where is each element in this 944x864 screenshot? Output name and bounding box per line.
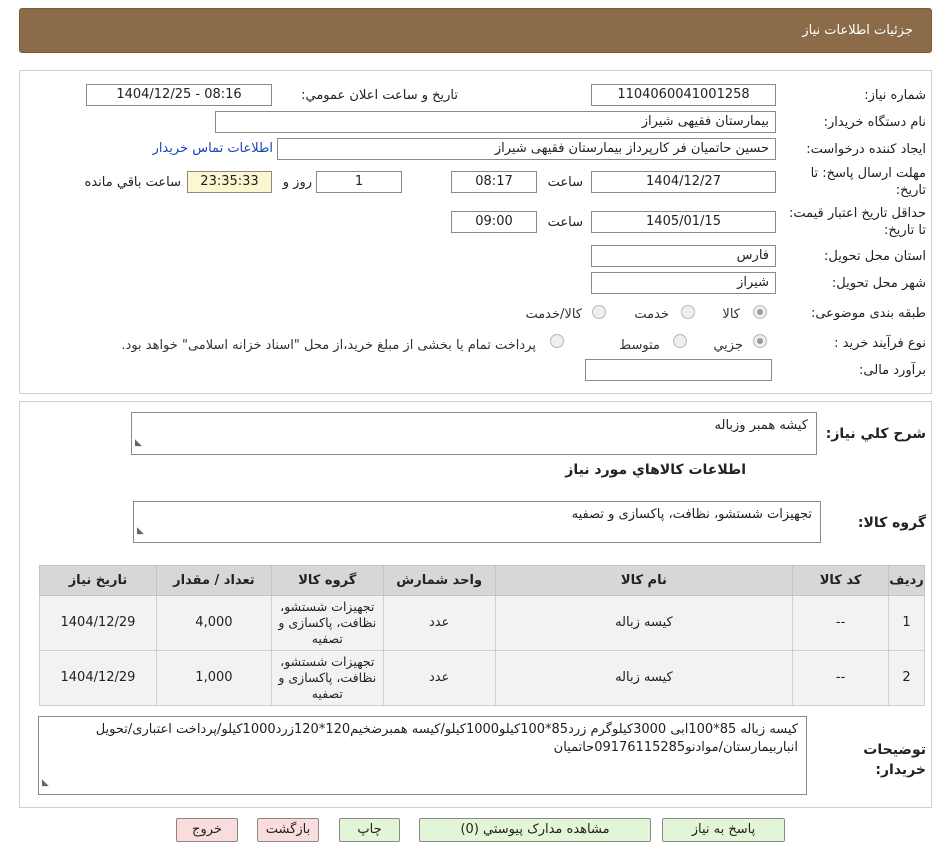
days-label: روز و [282, 175, 312, 190]
treasury-checkbox[interactable] [550, 334, 564, 348]
announce-field: 1404/12/25 - 08:16 [86, 84, 272, 106]
category-option-service: خدمت [634, 307, 669, 322]
category-label: طبقه بندی موضوعی: [810, 306, 926, 321]
deadline-time-label: ساعت [547, 175, 583, 190]
print-button[interactable]: چاپ [339, 818, 400, 842]
city-field: شیراز [591, 272, 776, 294]
category-radio-goods-service[interactable] [592, 305, 606, 319]
cell-group: تجهیزات شستشو، نظافت، پاکسازی و تصفیه [270, 595, 384, 651]
purchase-type-label: نوع فرآیند خرید : [834, 336, 926, 351]
cell-name: کیسه زباله [494, 650, 794, 706]
validity-time-field: 09:00 [451, 211, 537, 233]
cell-code: -- [792, 650, 890, 706]
reply-button[interactable]: پاسخ به نیاز [662, 818, 785, 842]
cell-qty: 1,000 [155, 650, 272, 706]
summary-textarea: کیشه همبر وزباله ◢ [131, 412, 817, 455]
goods-table: ردیف کد کالا نام کالا واحد شمارش گروه کا… [39, 565, 925, 706]
cell-row: 2 [888, 650, 925, 706]
validity-label: حداقل تاریخ اعتبار قیمت: تا تاریخ: [788, 206, 926, 238]
budget-field [585, 359, 772, 381]
summary-value: کیشه همبر وزباله [714, 418, 808, 433]
deadline-date-field: 1404/12/27 [591, 171, 776, 193]
cell-name: کیسه زباله [494, 595, 794, 651]
cell-code: -- [792, 595, 890, 651]
purchase-radio-minor[interactable] [753, 334, 767, 348]
requester-label: ایجاد کننده درخواست: [806, 142, 926, 157]
announce-value: 1404/12/25 - 08:16 [116, 87, 242, 102]
cell-date: 1404/12/29 [39, 650, 157, 706]
need-number-label: شماره نیاز: [864, 88, 926, 103]
cell-row: 1 [888, 595, 925, 651]
days-field: 1 [316, 171, 402, 193]
buyer-notes-value: کیسه زباله 85*100ابی 3000کیلوگرم زرد85*1… [95, 722, 798, 755]
buyer-notes-label: توضیحات خریدار: [863, 742, 926, 778]
summary-label: شرح کلي نیاز: [825, 426, 926, 442]
category-radio-goods[interactable] [753, 305, 767, 319]
back-button[interactable]: بازگشت [257, 818, 319, 842]
purchase-option-medium: متوسط [619, 338, 660, 353]
resize-handle-icon[interactable]: ◢ [135, 434, 142, 452]
col-header-date: تاریخ نیاز [39, 565, 157, 596]
category-option-goods-service: کالا/خدمت [525, 307, 582, 322]
purchase-option-minor: جزیي [713, 338, 743, 353]
budget-label: برآورد مالی: [859, 363, 926, 378]
table-header-row: ردیف کد کالا نام کالا واحد شمارش گروه کا… [39, 565, 925, 596]
remaining-label: ساعت باقي مانده [84, 175, 181, 190]
cell-group: تجهیزات شستشو، نظافت، پاکسازی و تصفیه [270, 650, 384, 706]
cell-unit: عدد [382, 595, 496, 651]
table-row: 2 -- کیسه زباله عدد تجهیزات شستشو، نظافت… [39, 650, 925, 706]
city-label: شهر محل تحویل: [831, 276, 926, 291]
cell-qty: 4,000 [155, 595, 272, 651]
table-row: 1 -- کیسه زباله عدد تجهیزات شستشو، نظافت… [39, 595, 925, 651]
province-field: فارس [591, 245, 776, 267]
buyer-contact-link[interactable]: اطلاعات تماس خریدار [153, 141, 273, 156]
announce-label: تاریخ و ساعت اعلان عمومي: [301, 88, 458, 103]
page-title: جزئیات اطلاعات نیاز [802, 23, 913, 38]
buyer-org-label: نام دستگاه خریدار: [823, 115, 926, 130]
resize-handle-icon[interactable]: ◢ [42, 774, 49, 792]
goods-group-value: تجهیزات شستشو، نظافت، پاکسازی و تصفیه [571, 507, 812, 522]
col-header-row: ردیف [888, 565, 925, 596]
col-header-name: نام کالا [494, 565, 794, 596]
goods-group-label: گروه کالا: [857, 515, 926, 531]
validity-date-field: 1405/01/15 [591, 211, 776, 233]
validity-time-label: ساعت [547, 215, 583, 230]
need-number-field: 1104060041001258 [591, 84, 776, 106]
view-attachments-button[interactable]: مشاهده مدارک پیوستي (0) [419, 818, 651, 842]
page-header: جزئیات اطلاعات نیاز [19, 8, 932, 53]
exit-button[interactable]: خروج [176, 818, 238, 842]
province-label: استان محل تحویل: [824, 249, 926, 264]
goods-section-title: اطلاعات کالاهاي مورد نیاز [565, 462, 746, 478]
remaining-time-field: 23:35:33 [187, 171, 272, 193]
cell-date: 1404/12/29 [39, 595, 157, 651]
purchase-radio-medium[interactable] [673, 334, 687, 348]
requester-field: حسین حاتمیان فر کارپرداز بیمارستان فقیهی… [277, 138, 776, 160]
col-header-unit: واحد شمارش [382, 565, 496, 596]
resize-handle-icon[interactable]: ◢ [137, 522, 144, 540]
goods-group-textarea: تجهیزات شستشو، نظافت، پاکسازی و تصفیه ◢ [133, 501, 821, 543]
category-option-goods: کالا [722, 307, 740, 322]
buyer-notes-textarea: کیسه زباله 85*100ابی 3000کیلوگرم زرد85*1… [38, 716, 807, 795]
category-radio-service[interactable] [681, 305, 695, 319]
deadline-label: مهلت ارسال پاسخ: تا تاریخ: [810, 166, 926, 198]
cell-unit: عدد [382, 650, 496, 706]
treasury-note: پرداخت تمام یا بخشی از مبلغ خرید،از محل … [121, 338, 536, 353]
col-header-group: گروه کالا [270, 565, 384, 596]
col-header-qty: تعداد / مقدار [155, 565, 272, 596]
deadline-time-field: 08:17 [451, 171, 537, 193]
buyer-org-field: بیمارستان فقیهی شیراز [215, 111, 776, 133]
col-header-code: کد کالا [792, 565, 890, 596]
